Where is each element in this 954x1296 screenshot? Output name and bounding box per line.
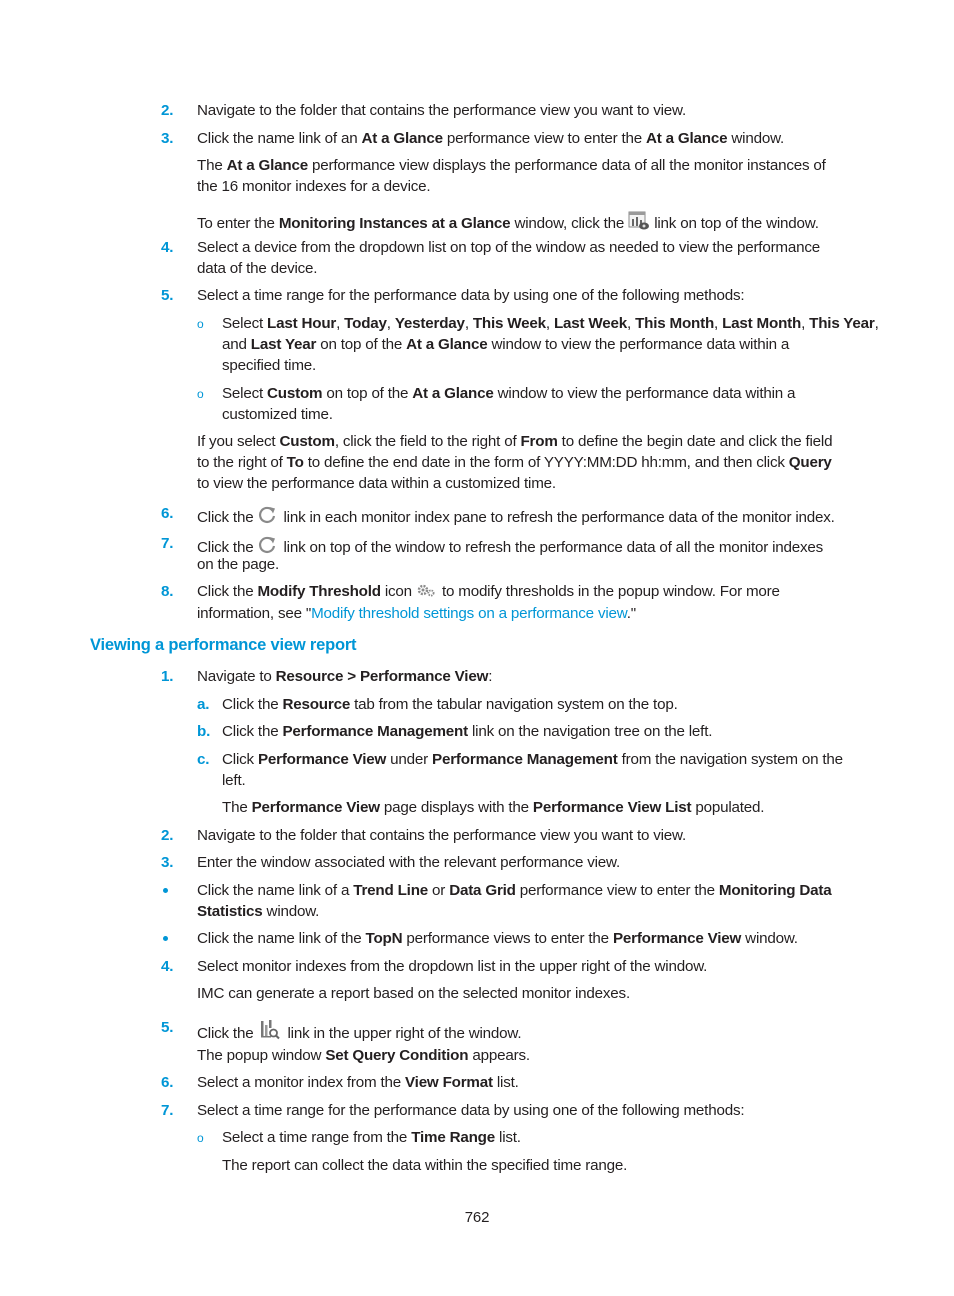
monitoring-instances-icon[interactable] [628, 211, 650, 236]
step-text: Click the link in each monitor index pan… [197, 505, 835, 530]
step-number: 2. [161, 827, 174, 844]
dot-bullet [163, 888, 168, 893]
option-text: and Last Year on top of the At a Glance … [222, 336, 790, 353]
step-number: 2. [161, 102, 174, 119]
step-text: data of the device. [197, 260, 318, 277]
step-note: The At a Glance performance view display… [197, 157, 826, 174]
step-number: 3. [161, 130, 174, 147]
page-number: 762 [464, 1209, 490, 1226]
step-note: to view the performance data within a cu… [197, 475, 556, 492]
option-text: Select a time range from the Time Range … [222, 1129, 521, 1146]
step-text: Navigate to the folder that contains the… [197, 827, 686, 844]
substep-letter: a. [197, 696, 210, 713]
step-number: 7. [161, 1102, 174, 1119]
step-note: The popup window Set Query Condition app… [197, 1047, 530, 1064]
step-text: Click the link on top of the window to r… [197, 535, 823, 560]
step-text: Click the name link of an At a Glance pe… [197, 130, 785, 147]
step-text: Select monitor indexes from the dropdown… [197, 958, 708, 975]
step-number: 7. [161, 535, 174, 552]
bullet-text: Click the name link of the TopN performa… [197, 930, 798, 947]
step-note: To enter the Monitoring Instances at a G… [197, 211, 819, 236]
step-text: information, see "Modify threshold setti… [197, 605, 636, 622]
step-text: Click the link in the upper right of the… [197, 1019, 522, 1046]
substep-text: Click the Performance Management link on… [222, 723, 713, 740]
step-text: Enter the window associated with the rel… [197, 854, 621, 871]
step-number: 4. [161, 958, 174, 975]
substep-letter: b. [197, 723, 211, 740]
circle-bullet: o [197, 387, 204, 401]
step-text: on the page. [197, 556, 280, 573]
step-text: Select a time range for the performance … [197, 1102, 745, 1119]
step-note: IMC can generate a report based on the s… [197, 985, 630, 1002]
step-number: 6. [161, 505, 174, 522]
option-note: The report can collect the data within t… [222, 1157, 628, 1174]
step-text: Select a monitor index from the View For… [197, 1074, 519, 1091]
step-text: Select a device from the dropdown list o… [197, 239, 821, 256]
step-number: 5. [161, 1019, 174, 1036]
step-number: 3. [161, 854, 174, 871]
step-note: the 16 monitor indexes for a device. [197, 178, 431, 195]
circle-bullet: o [197, 317, 204, 331]
bullet-text: Click the name link of a Trend Line or D… [197, 882, 832, 899]
step-number: 6. [161, 1074, 174, 1091]
step-text: Navigate to Resource > Performance View: [197, 668, 493, 685]
option-text: specified time. [222, 357, 317, 374]
step-number: 1. [161, 668, 174, 685]
step-text: Click the Modify Threshold icon to modif… [197, 583, 780, 604]
option-text: Select Last Hour, Today, Yesterday, This… [222, 315, 879, 332]
modify-threshold-icon[interactable] [416, 583, 438, 604]
substep-text: left. [222, 772, 246, 789]
step-number: 4. [161, 239, 174, 256]
query-report-icon[interactable] [257, 1019, 283, 1046]
step-note: to the right of To to define the end dat… [197, 454, 832, 471]
circle-bullet: o [197, 1131, 204, 1145]
substep-letter: c. [197, 751, 210, 768]
dot-bullet [163, 936, 168, 941]
substep-text: Click the Resource tab from the tabular … [222, 696, 678, 713]
refresh-icon[interactable] [257, 505, 279, 530]
step-number: 8. [161, 583, 174, 600]
option-text: Select Custom on top of the At a Glance … [222, 385, 796, 402]
modify-threshold-link[interactable]: Modify threshold settings on a performan… [311, 605, 627, 622]
step-note: If you select Custom, click the field to… [197, 433, 833, 450]
substep-text: Click Performance View under Performance… [222, 751, 843, 768]
substep-note: The Performance View page displays with … [222, 799, 765, 816]
step-text: Select a time range for the performance … [197, 287, 745, 304]
step-number: 5. [161, 287, 174, 304]
option-text: customized time. [222, 406, 333, 423]
section-heading: Viewing a performance view report [90, 636, 357, 654]
step-text: Navigate to the folder that contains the… [197, 102, 686, 119]
bullet-text: Statistics window. [197, 903, 320, 920]
